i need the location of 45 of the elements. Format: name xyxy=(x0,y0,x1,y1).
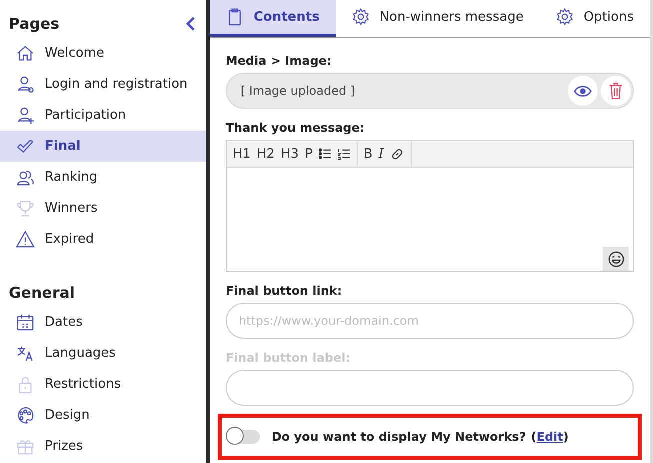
gear-icon xyxy=(556,8,574,26)
sidebar-item[interactable]: Expired xyxy=(0,224,206,255)
tab[interactable]: Non-winners message xyxy=(336,0,540,37)
format-button[interactable]: H2 xyxy=(254,143,278,165)
format-button[interactable]: H3 xyxy=(278,143,302,165)
gear-icon xyxy=(352,8,370,26)
section-title: Pages xyxy=(9,15,60,33)
format-button[interactable]: P xyxy=(302,143,316,165)
format-button[interactable]: B xyxy=(360,143,376,165)
emoji-button[interactable] xyxy=(603,247,629,271)
field-label: Media > Image: xyxy=(226,54,333,68)
bullet-list-icon xyxy=(318,148,332,160)
tab[interactable]: Contents xyxy=(210,0,336,37)
sidebar-item[interactable]: Design xyxy=(0,400,206,431)
numbered-list-icon xyxy=(338,148,351,160)
edit-link[interactable]: Edit xyxy=(536,430,564,444)
sidebar-item[interactable]: Ranking xyxy=(0,162,206,193)
link-icon xyxy=(390,146,405,162)
collapse-icon[interactable] xyxy=(186,16,196,32)
sidebar-item[interactable]: Dates xyxy=(0,307,206,338)
networks-question: Do you want to display My Networks? xyxy=(272,430,526,444)
italic-button[interactable]: I xyxy=(376,143,387,165)
input-field[interactable]: https://www.your-domain.com xyxy=(226,303,634,339)
sidebar-item[interactable]: Languages xyxy=(0,338,206,369)
section-title: General xyxy=(9,284,75,302)
smiley-icon xyxy=(608,250,624,268)
sidebar-item[interactable]: Prizes xyxy=(0,431,206,462)
sidebar-item[interactable]: Login and registration xyxy=(0,69,206,100)
field-label: Thank you message: xyxy=(226,121,366,135)
eye-icon xyxy=(574,84,592,98)
sidebar-item[interactable]: Restrictions xyxy=(0,369,206,400)
parenthesis: ) xyxy=(563,430,569,444)
delete-button[interactable] xyxy=(601,76,631,106)
sidebar-item[interactable]: Participation xyxy=(0,100,206,131)
toggle-switch[interactable] xyxy=(228,430,260,444)
sidebar-item[interactable]: Welcome xyxy=(0,38,206,69)
tab[interactable]: Options xyxy=(540,0,650,37)
trash-icon xyxy=(609,82,623,100)
field-value: [ Image uploaded ] xyxy=(240,84,356,98)
parenthesis: ( xyxy=(531,430,537,444)
format-button[interactable]: H1 xyxy=(230,143,254,165)
sidebar-item[interactable]: Final xyxy=(0,131,206,162)
sidebar-item[interactable]: Winners xyxy=(0,193,206,224)
field-label: Final button link: xyxy=(226,284,344,298)
preview-button[interactable] xyxy=(568,76,598,106)
